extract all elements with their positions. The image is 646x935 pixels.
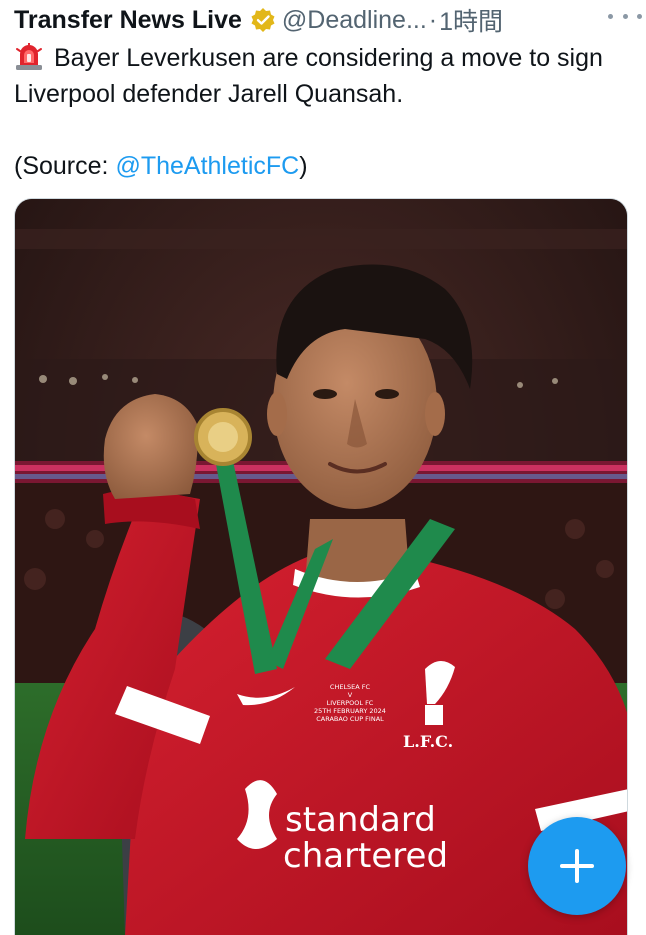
sponsor-line-1: standard — [285, 800, 436, 840]
author-name[interactable]: Transfer News Live — [14, 6, 242, 35]
source-suffix: ) — [299, 152, 308, 180]
tweet-body: Bayer Leverkusen are considering a move … — [14, 44, 603, 108]
separator-dot: · — [428, 5, 438, 34]
source-line: (Source: @TheAthleticFC) — [14, 148, 634, 184]
author-handle[interactable]: @Deadline... — [282, 6, 427, 35]
source-mention-link[interactable]: @TheAthleticFC — [115, 152, 299, 180]
timestamp[interactable]: 1時間 — [439, 2, 503, 38]
jersey-print-line-2: V — [348, 691, 353, 699]
jersey-print-line-3: LIVERPOOL FC — [327, 699, 374, 707]
jersey-print-line-5: CARABAO CUP FINAL — [316, 715, 384, 723]
source-prefix: (Source: — [14, 152, 116, 180]
tweet-text: Bayer Leverkusen are considering a move … — [14, 40, 634, 184]
tweet-photo[interactable]: L.F.C. CHELSEA FC V LIVERPOOL FC 25TH FE… — [14, 198, 628, 935]
police-light-emoji-icon — [14, 42, 44, 71]
jersey-crest-text: L.F.C. — [403, 732, 453, 751]
more-options-icon[interactable] — [608, 4, 642, 28]
verified-badge-icon — [250, 7, 276, 33]
jersey-print-line-4: 25TH FEBRUARY 2024 — [314, 707, 386, 715]
sponsor-line-2: chartered — [283, 836, 448, 876]
tweet-header: Transfer News Live @Deadline... · 1時間 — [14, 2, 632, 38]
jersey-print-line-1: CHELSEA FC — [330, 683, 371, 691]
player-photo-illustration: L.F.C. CHELSEA FC V LIVERPOOL FC 25TH FE… — [15, 199, 627, 935]
tweet[interactable]: Transfer News Live @Deadline... · 1時間 Ba… — [0, 0, 646, 935]
compose-button[interactable] — [528, 817, 626, 915]
tweet-main-line: Bayer Leverkusen are considering a move … — [14, 40, 634, 112]
plus-icon — [560, 849, 594, 883]
